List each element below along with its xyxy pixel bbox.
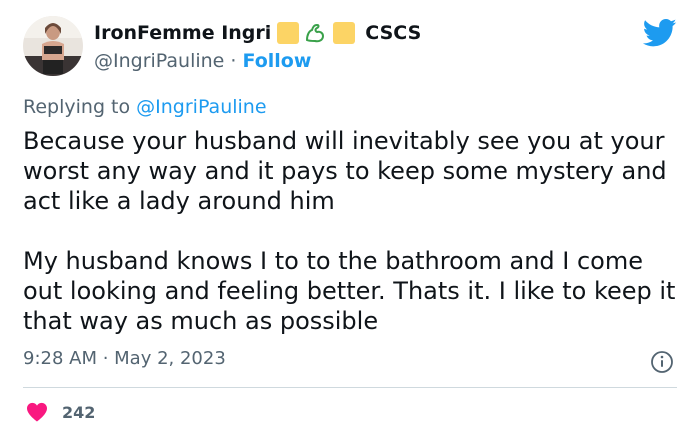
author-display-name[interactable]: IronFemme Ingri	[94, 22, 271, 44]
heart-icon[interactable]	[26, 402, 48, 422]
flexed-biceps-emoji-icon	[303, 21, 327, 45]
tweet-text: Because your husband will inevitably see…	[23, 126, 683, 336]
tweet-timestamp[interactable]: 9:28 AM · May 2, 2023	[23, 348, 226, 369]
tweet-paragraph: Because your husband will inevitably see…	[23, 127, 667, 215]
yellow-square-emoji-icon	[277, 22, 300, 44]
author-name-suffix: CSCS	[365, 22, 422, 44]
tweet-paragraph: My husband knows I to to the bathroom an…	[23, 247, 676, 335]
replying-to-label: Replying to	[23, 96, 137, 118]
info-icon[interactable]	[650, 350, 674, 374]
tweet-card: IronFemme Ingri CSCS @IngriPauline · Fol…	[0, 0, 700, 441]
reply-mention-link[interactable]: @IngriPauline	[136, 96, 266, 118]
divider	[23, 387, 677, 388]
yellow-square-emoji-icon	[333, 22, 356, 44]
like-action[interactable]: 242	[26, 400, 95, 424]
handle-separator: ·	[230, 50, 243, 72]
twitter-bird-icon[interactable]	[643, 18, 677, 48]
avatar[interactable]	[23, 16, 83, 76]
replying-to-line: Replying to @IngriPauline	[23, 96, 267, 118]
like-count: 242	[62, 402, 96, 422]
follow-button[interactable]: Follow	[243, 50, 312, 72]
author-handle-row: @IngriPauline · Follow	[94, 50, 311, 72]
author-name-row[interactable]: IronFemme Ingri CSCS	[94, 20, 421, 46]
author-handle[interactable]: @IngriPauline	[94, 50, 224, 72]
